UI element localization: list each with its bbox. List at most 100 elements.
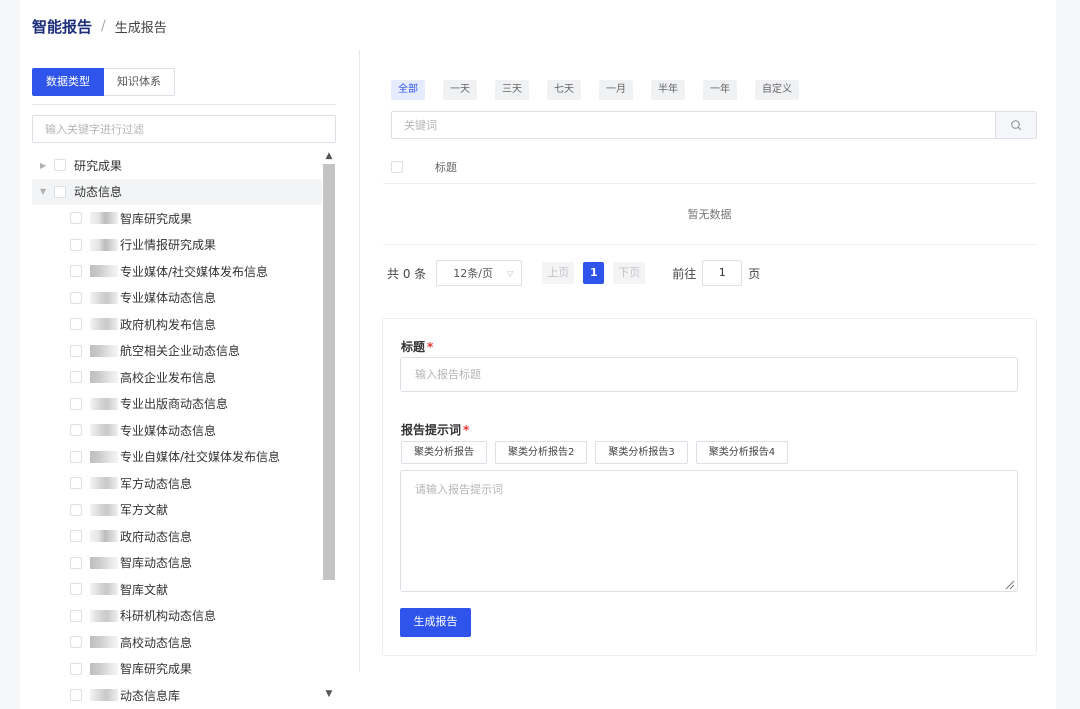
- tree-leaf[interactable]: 科研机构动态信息: [32, 603, 322, 630]
- tree-checkbox[interactable]: [70, 503, 82, 516]
- tree-leaf[interactable]: 军方文献: [32, 497, 322, 524]
- prompt-label: 报告提示词 *: [401, 421, 469, 438]
- resize-grip-icon[interactable]: [1003, 578, 1015, 590]
- tree-leaf-label: 军方文献: [120, 503, 169, 518]
- tree-leaf[interactable]: 政府动态信息: [32, 523, 322, 550]
- tree-leaf[interactable]: 动态信息库: [32, 682, 322, 709]
- breadcrumb-main[interactable]: 智能报告: [32, 16, 92, 37]
- tree-checkbox[interactable]: [70, 556, 82, 569]
- prompt-template-button[interactable]: 聚类分析报告4: [695, 441, 789, 464]
- tree-leaf[interactable]: 智库动态信息: [32, 550, 322, 577]
- tree-checkbox[interactable]: [70, 265, 82, 278]
- tree-checkbox[interactable]: [70, 291, 82, 304]
- prompt-template-button[interactable]: 聚类分析报告2: [495, 441, 588, 464]
- tree-leaf-label: 智库文献: [120, 582, 169, 597]
- tree-leaf[interactable]: 航空相关企业动态信息: [32, 338, 322, 365]
- page-size-value: 12条/页: [453, 267, 493, 280]
- search-icon: [1011, 120, 1022, 131]
- tree-filter-input[interactable]: [32, 115, 336, 143]
- prompt-label-text: 报告提示词: [401, 423, 462, 437]
- tree-leaf-label: 专业出版商动态信息: [120, 397, 229, 412]
- keyword-input[interactable]: [392, 112, 995, 138]
- range-custom[interactable]: 自定义: [755, 80, 799, 100]
- scrollbar-thumb[interactable]: [323, 164, 335, 580]
- range-all[interactable]: 全部: [391, 80, 425, 100]
- tree-leaf[interactable]: 专业媒体动态信息: [32, 417, 322, 444]
- blurred-thumbnail: [90, 503, 118, 516]
- report-title-input[interactable]: [400, 357, 1018, 392]
- tree-leaf[interactable]: 高校动态信息: [32, 629, 322, 656]
- tab-knowledge-system[interactable]: 知识体系: [104, 68, 175, 96]
- tree-node-label: 动态信息: [74, 185, 123, 200]
- range-one-year[interactable]: 一年: [703, 80, 737, 100]
- range-three-days[interactable]: 三天: [495, 80, 529, 100]
- tree-leaf-label: 高校企业发布信息: [120, 370, 217, 385]
- tree-leaf-label: 智库研究成果: [120, 211, 193, 226]
- tree-checkbox[interactable]: [70, 212, 82, 225]
- blurred-thumbnail: [90, 477, 118, 490]
- tree-checkbox[interactable]: [70, 662, 82, 675]
- tree-leaf[interactable]: 智库研究成果: [32, 656, 322, 683]
- generate-report-button[interactable]: 生成报告: [400, 608, 471, 637]
- tree-leaf[interactable]: 智库文献: [32, 576, 322, 603]
- category-tabs: 数据类型 知识体系: [32, 68, 175, 96]
- tree-checkbox[interactable]: [70, 583, 82, 596]
- range-half-year[interactable]: 半年: [651, 80, 685, 100]
- tree-checkbox[interactable]: [70, 318, 82, 331]
- chevron-down-icon: ▽: [507, 269, 514, 278]
- scroll-up-icon[interactable]: ▲: [322, 150, 336, 162]
- tree-checkbox[interactable]: [70, 397, 82, 410]
- next-page-button[interactable]: 下页: [613, 262, 646, 284]
- tree-leaf[interactable]: 智库研究成果: [32, 205, 322, 232]
- tree-checkbox[interactable]: [54, 159, 66, 172]
- goto-page-input[interactable]: 1: [702, 260, 743, 286]
- tree-leaf-label: 政府动态信息: [120, 529, 193, 544]
- prompt-templates: 聚类分析报告 聚类分析报告2 聚类分析报告3 聚类分析报告4: [401, 441, 796, 464]
- breadcrumb-current: 生成报告: [114, 20, 167, 36]
- tree-checkbox[interactable]: [70, 424, 82, 437]
- tree-leaf[interactable]: 专业自媒体/社交媒体发布信息: [32, 444, 322, 471]
- tree-checkbox[interactable]: [70, 371, 82, 384]
- tree-leaf[interactable]: 行业情报研究成果: [32, 232, 322, 259]
- breadcrumb-separator: /: [101, 18, 106, 34]
- tree-checkbox[interactable]: [70, 689, 82, 702]
- tree-leaf[interactable]: 高校企业发布信息: [32, 364, 322, 391]
- tree-checkbox[interactable]: [70, 530, 82, 543]
- goto-label: 前往: [672, 266, 697, 281]
- prompt-template-button[interactable]: 聚类分析报告: [401, 441, 487, 464]
- tree-checkbox[interactable]: [70, 450, 82, 463]
- tree-leaf[interactable]: 政府机构发布信息: [32, 311, 322, 338]
- tree-checkbox[interactable]: [70, 609, 82, 622]
- tree-leaf[interactable]: 军方动态信息: [32, 470, 322, 497]
- caret-down-icon[interactable]: ▼: [40, 187, 50, 196]
- tree-checkbox[interactable]: [70, 238, 82, 251]
- page-number-current[interactable]: 1: [583, 262, 605, 284]
- tree-leaf[interactable]: 专业出版商动态信息: [32, 391, 322, 418]
- range-one-month[interactable]: 一月: [599, 80, 633, 100]
- select-all-checkbox[interactable]: [391, 160, 403, 173]
- results-table-header: 标题: [383, 150, 1036, 184]
- tree-checkbox[interactable]: [70, 344, 82, 357]
- range-seven-days[interactable]: 七天: [547, 80, 581, 100]
- prev-page-button[interactable]: 上页: [542, 262, 575, 284]
- tree-node-dynamic[interactable]: ▼ 动态信息: [32, 178, 322, 205]
- tree-leaf[interactable]: 专业媒体动态信息: [32, 285, 322, 312]
- scroll-down-icon[interactable]: ▼: [322, 688, 336, 700]
- tree-scrollbar[interactable]: ▲ ▼: [322, 150, 336, 709]
- column-title: 标题: [435, 160, 457, 174]
- caret-right-icon[interactable]: ▶: [40, 161, 50, 170]
- prompt-template-button[interactable]: 聚类分析报告3: [595, 441, 688, 464]
- report-prompt-textarea[interactable]: [400, 470, 1018, 592]
- tree-leaf[interactable]: 专业媒体/社交媒体发布信息: [32, 258, 322, 285]
- page-size-select[interactable]: 12条/页 ▽: [436, 260, 523, 286]
- tab-data-type[interactable]: 数据类型: [32, 68, 104, 96]
- tree-checkbox[interactable]: [70, 636, 82, 649]
- range-one-day[interactable]: 一天: [443, 80, 477, 100]
- blurred-thumbnail: [90, 689, 118, 702]
- tree-checkbox[interactable]: [54, 185, 66, 198]
- breadcrumb: 智能报告 / 生成报告: [32, 15, 167, 37]
- tree-node-research[interactable]: ▶ 研究成果: [32, 152, 322, 179]
- search-button[interactable]: [995, 112, 1036, 138]
- tree-checkbox[interactable]: [70, 477, 82, 490]
- tree-node-label: 研究成果: [74, 158, 123, 173]
